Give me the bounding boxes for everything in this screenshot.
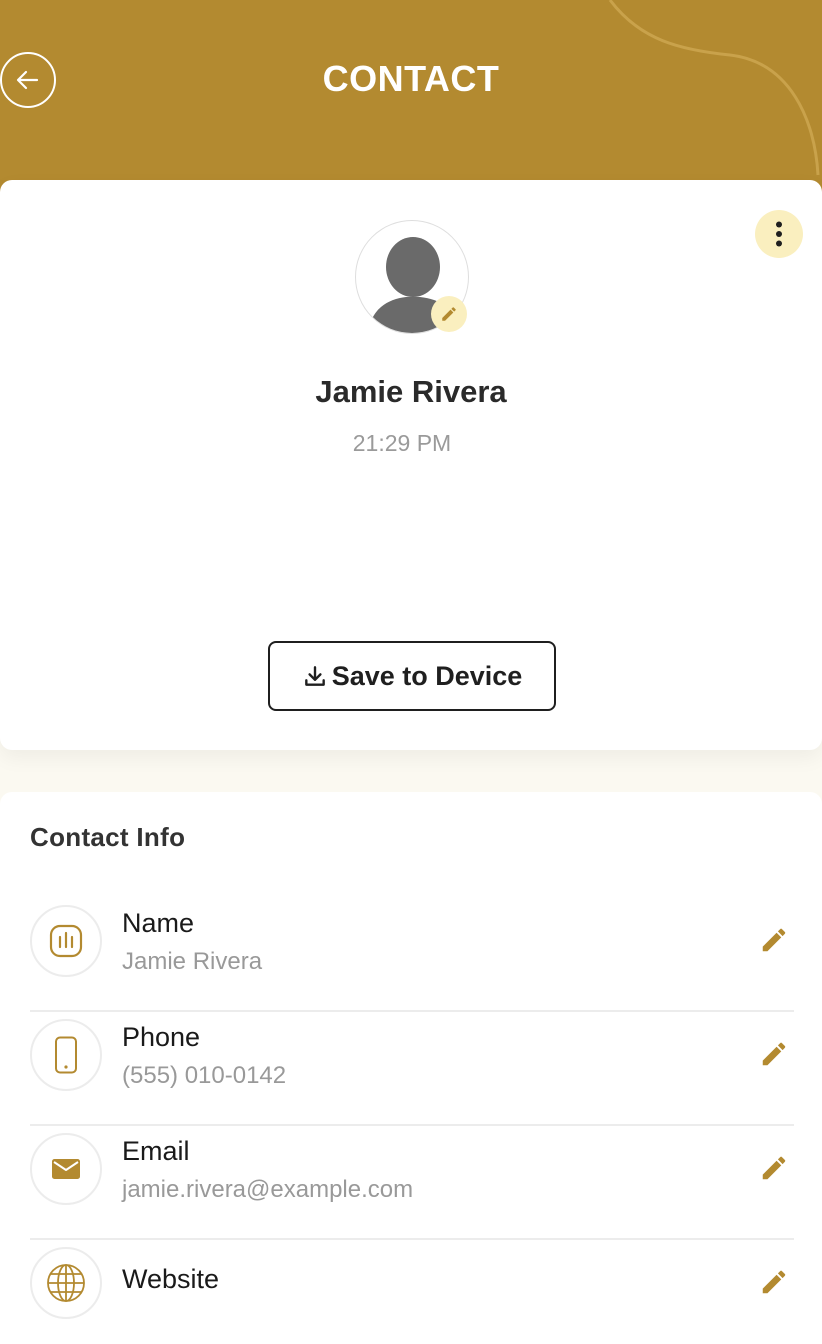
more-vertical-icon <box>776 221 782 247</box>
edit-name-button[interactable] <box>754 920 794 960</box>
save-to-device-button[interactable]: Save to Device <box>268 641 556 711</box>
chart-badge-icon <box>30 905 102 977</box>
row-label-name: Name <box>122 908 195 938</box>
contact-time: 21:29 PM <box>352 430 452 456</box>
phone-icon <box>30 1019 102 1091</box>
row-value-name: Jamie Rivera <box>122 948 263 975</box>
contact-info-title: Contact Info <box>30 822 186 852</box>
edit-phone-button[interactable] <box>754 1034 794 1074</box>
more-options-button[interactable] <box>755 210 803 258</box>
contact-row-phone: Phone (555) 010-0142 <box>30 1012 794 1126</box>
mail-icon <box>30 1133 102 1205</box>
contact-row-email: Email jamie.rivera@example.com <box>30 1126 794 1240</box>
pencil-icon <box>762 1156 786 1180</box>
edit-website-button[interactable] <box>754 1262 794 1302</box>
row-label-website: Website <box>122 1264 220 1294</box>
row-value-email: jamie.rivera@example.com <box>122 1176 414 1203</box>
contact-row-name: Name Jamie Rivera <box>30 898 794 1012</box>
pencil-icon <box>762 1270 786 1294</box>
download-icon <box>304 666 325 686</box>
save-to-device-label: Save to Device <box>331 660 523 691</box>
pencil-icon <box>762 928 786 952</box>
row-label-email: Email <box>122 1136 190 1166</box>
pencil-icon <box>442 307 456 321</box>
row-label-phone: Phone <box>122 1022 201 1052</box>
row-value-phone: (555) 010-0142 <box>122 1062 287 1089</box>
avatar-edit-button[interactable] <box>431 296 467 332</box>
edit-email-button[interactable] <box>754 1148 794 1188</box>
pencil-icon <box>762 1042 786 1066</box>
contact-name: Jamie Rivera <box>315 374 507 409</box>
contact-row-website: Website <box>30 1240 794 1344</box>
page-title: CONTACT <box>322 58 500 99</box>
globe-icon <box>30 1247 102 1319</box>
